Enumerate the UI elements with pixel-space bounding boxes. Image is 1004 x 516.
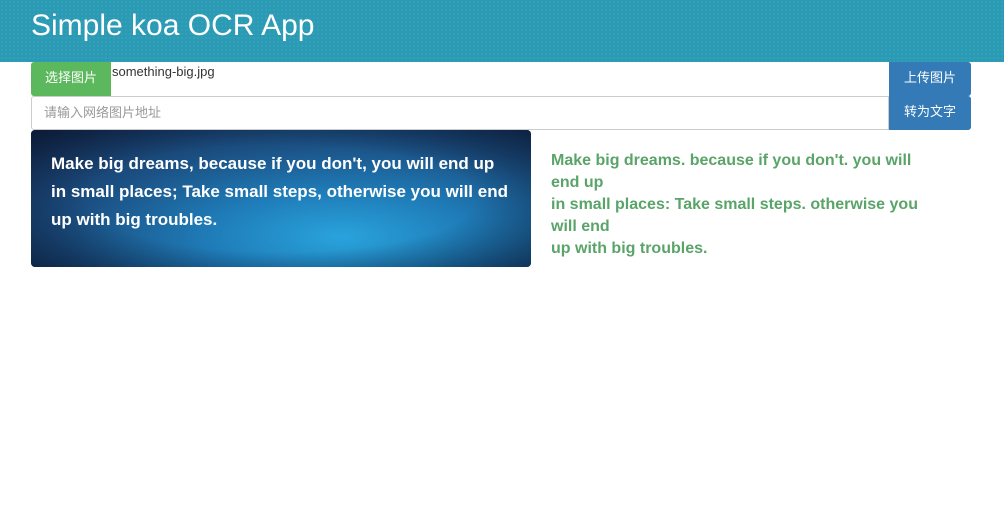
result-line: will end <box>551 218 610 235</box>
uploaded-image: Make big dreams, because if you don't, y… <box>31 130 531 267</box>
ocr-result-text: Make big dreams. because if you don't. y… <box>551 150 931 260</box>
upload-row: 选择图片 something-big.jpg 上传图片 <box>31 62 971 96</box>
image-text-line: Make big dreams, because if you don't, y… <box>51 154 495 173</box>
image-url-input[interactable] <box>31 96 889 130</box>
result-line: Make big dreams. because if you don't. y… <box>551 152 912 169</box>
app-header: Simple koa OCR App <box>0 0 1004 62</box>
upload-image-button[interactable]: 上传图片 <box>889 62 971 96</box>
result-line: end up <box>551 174 604 191</box>
app-title: Simple koa OCR App <box>31 9 315 42</box>
image-text: Make big dreams, because if you don't, y… <box>51 150 521 234</box>
url-row: 转为文字 <box>31 96 971 130</box>
convert-to-text-button[interactable]: 转为文字 <box>889 96 971 130</box>
selected-file-name: something-big.jpg <box>112 64 215 79</box>
result-line: up with big troubles. <box>551 240 708 257</box>
image-text-line: up with big troubles. <box>51 210 218 229</box>
image-text-line: in small places; Take small steps, other… <box>51 182 508 201</box>
choose-image-button[interactable]: 选择图片 <box>31 62 111 96</box>
result-line: in small places: Take small steps. other… <box>551 196 918 213</box>
